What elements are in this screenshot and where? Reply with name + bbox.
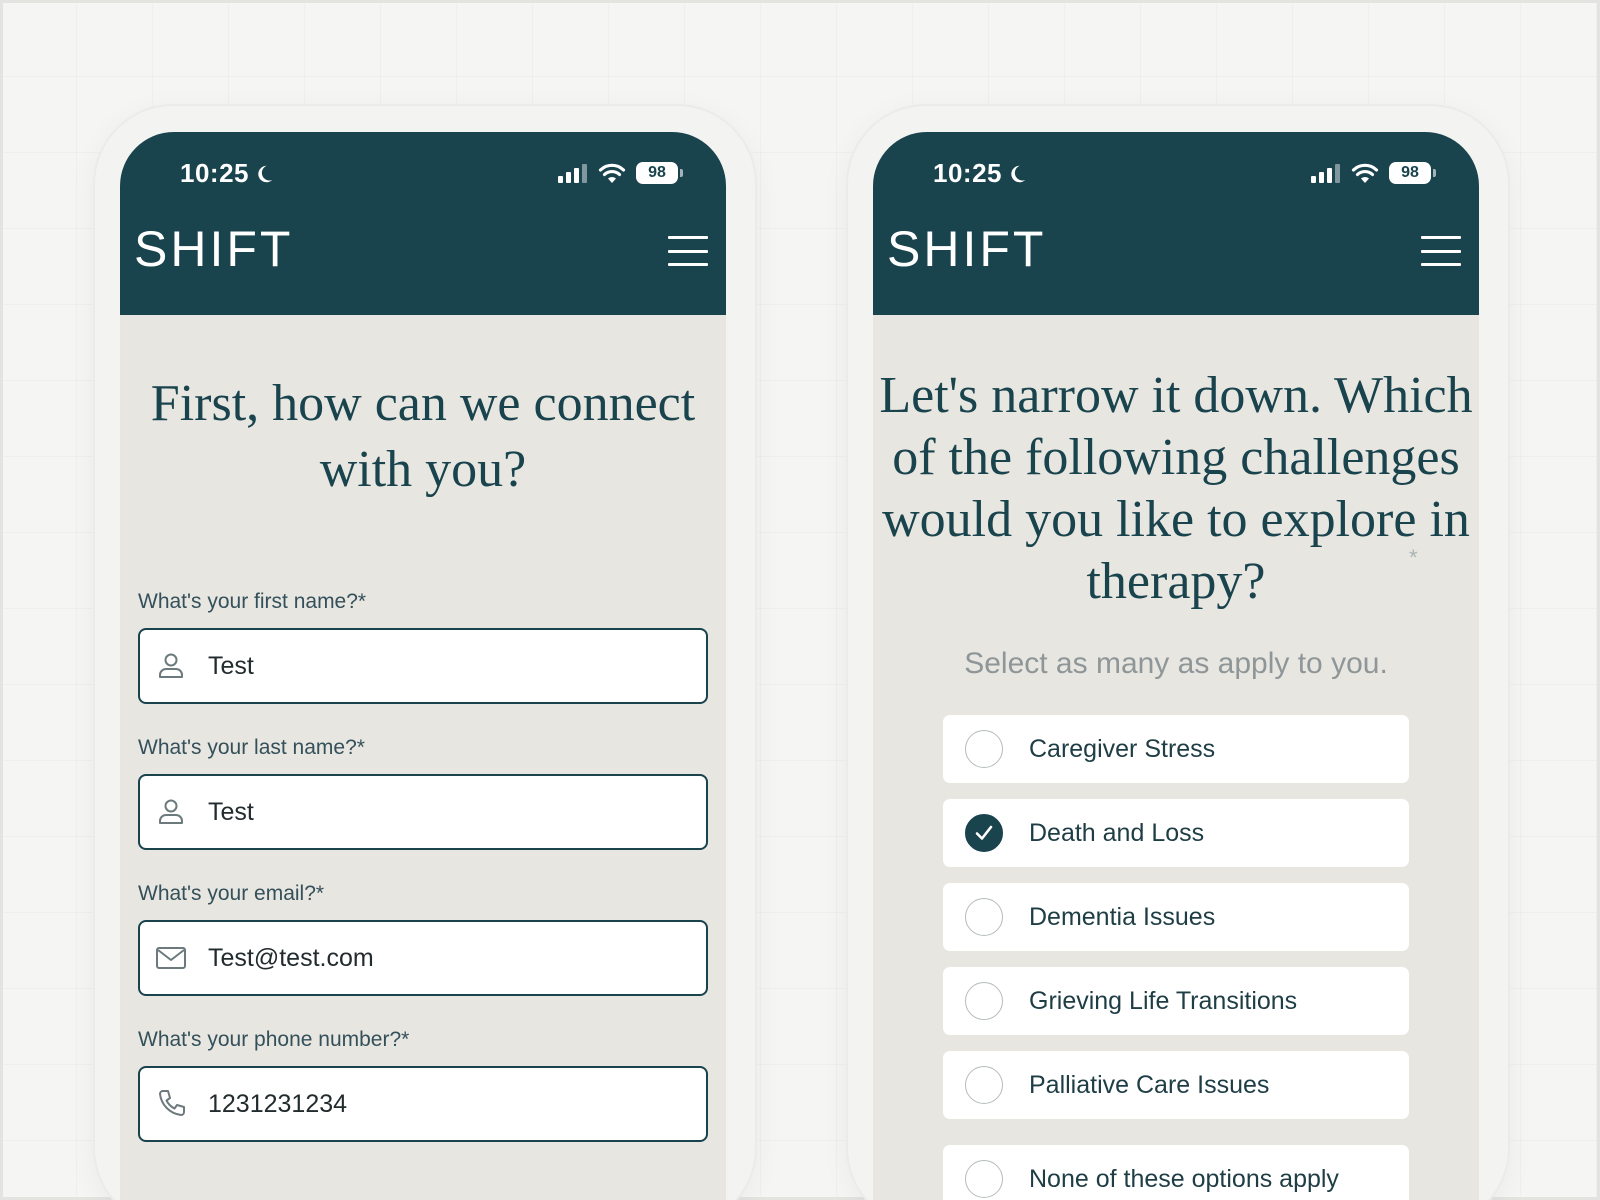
email-field[interactable]: Test@test.com bbox=[138, 920, 708, 996]
option-palliative-care-issues[interactable]: Palliative Care Issues bbox=[943, 1051, 1409, 1119]
option-grieving-life-transitions[interactable]: Grieving Life Transitions bbox=[943, 967, 1409, 1035]
email-label: What's your email?* bbox=[138, 882, 325, 905]
phone-challenges-form: 10:25 98 SHIFT Let's narrow it down. Whi… bbox=[848, 106, 1508, 1200]
phone-field[interactable]: 1231231234 bbox=[138, 1066, 708, 1142]
battery-icon: 98 bbox=[1389, 162, 1436, 184]
battery-icon: 98 bbox=[636, 162, 683, 184]
signal-icon bbox=[1311, 164, 1340, 183]
phone-contact-form: 10:25 98 SHIFT First, how can we connect… bbox=[95, 106, 755, 1200]
app-header: 10:25 98 SHIFT bbox=[120, 132, 726, 315]
first-name-label: What's your first name?* bbox=[138, 590, 367, 613]
checkbox-unchecked-icon[interactable] bbox=[965, 1066, 1003, 1104]
phone-icon bbox=[159, 1090, 185, 1116]
status-indicators: 98 bbox=[558, 162, 683, 184]
option-label: Palliative Care Issues bbox=[1029, 1070, 1270, 1099]
option-none-apply[interactable]: None of these options apply bbox=[943, 1145, 1409, 1200]
menu-line bbox=[1421, 263, 1461, 266]
status-time: 10:25 bbox=[933, 158, 1028, 189]
option-label: Caregiver Stress bbox=[1029, 734, 1216, 763]
option-label: Grieving Life Transitions bbox=[1029, 986, 1298, 1015]
checkmark-icon bbox=[975, 825, 993, 840]
app-header: 10:25 98 SHIFT bbox=[873, 132, 1479, 315]
last-name-label: What's your last name?* bbox=[138, 736, 365, 759]
option-label: None of these options apply bbox=[1029, 1164, 1339, 1193]
battery-level: 98 bbox=[648, 164, 666, 181]
hamburger-menu-icon[interactable] bbox=[668, 236, 708, 266]
checkbox-unchecked-icon[interactable] bbox=[965, 1160, 1003, 1198]
checkbox-unchecked-icon[interactable] bbox=[965, 730, 1003, 768]
moon-icon bbox=[1011, 165, 1026, 182]
checkbox-unchecked-icon[interactable] bbox=[965, 982, 1003, 1020]
last-name-value: Test bbox=[208, 797, 254, 826]
user-icon bbox=[159, 653, 183, 678]
option-caregiver-stress[interactable]: Caregiver Stress bbox=[943, 715, 1409, 783]
option-label: Death and Loss bbox=[1029, 818, 1205, 847]
checkbox-checked-icon[interactable] bbox=[965, 814, 1003, 852]
status-time-text: 10:25 bbox=[933, 158, 1002, 188]
status-time: 10:25 bbox=[180, 158, 275, 189]
option-label: Dementia Issues bbox=[1029, 902, 1216, 931]
menu-line bbox=[668, 249, 708, 253]
wifi-icon bbox=[1351, 163, 1379, 183]
page-title: Let's narrow it down. Which of the follo… bbox=[879, 367, 1473, 610]
menu-line bbox=[668, 263, 708, 266]
status-indicators: 98 bbox=[1311, 162, 1436, 184]
option-death-and-loss[interactable]: Death and Loss bbox=[943, 799, 1409, 867]
hamburger-menu-icon[interactable] bbox=[1421, 236, 1461, 266]
first-name-field[interactable]: Test bbox=[138, 628, 708, 704]
moon-icon bbox=[258, 165, 273, 182]
instruction-text: Select as many as apply to you. bbox=[964, 647, 1388, 680]
option-dementia-issues[interactable]: Dementia Issues bbox=[943, 883, 1409, 951]
brand-logo[interactable]: SHIFT bbox=[887, 220, 1046, 278]
last-name-field[interactable]: Test bbox=[138, 774, 708, 850]
phone-screen: 10:25 98 bbox=[873, 132, 1479, 1200]
required-mark: * bbox=[1409, 545, 1418, 570]
mail-icon bbox=[156, 947, 186, 969]
email-value: Test@test.com bbox=[208, 943, 374, 972]
page-title: First, how can we connect with you? bbox=[150, 375, 696, 498]
signal-icon bbox=[558, 164, 587, 183]
phone-label: What's your phone number?* bbox=[138, 1028, 410, 1051]
menu-line bbox=[1421, 249, 1461, 253]
phone-screen: 10:25 98 bbox=[120, 132, 726, 1200]
battery-level: 98 bbox=[1401, 164, 1419, 181]
wifi-icon bbox=[598, 163, 626, 183]
user-icon bbox=[159, 799, 183, 824]
status-time-text: 10:25 bbox=[180, 158, 249, 188]
brand-logo[interactable]: SHIFT bbox=[134, 220, 293, 278]
menu-line bbox=[1421, 236, 1461, 239]
first-name-value: Test bbox=[208, 651, 254, 680]
checkbox-unchecked-icon[interactable] bbox=[965, 898, 1003, 936]
phone-value: 1231231234 bbox=[208, 1089, 348, 1118]
menu-line bbox=[668, 236, 708, 239]
